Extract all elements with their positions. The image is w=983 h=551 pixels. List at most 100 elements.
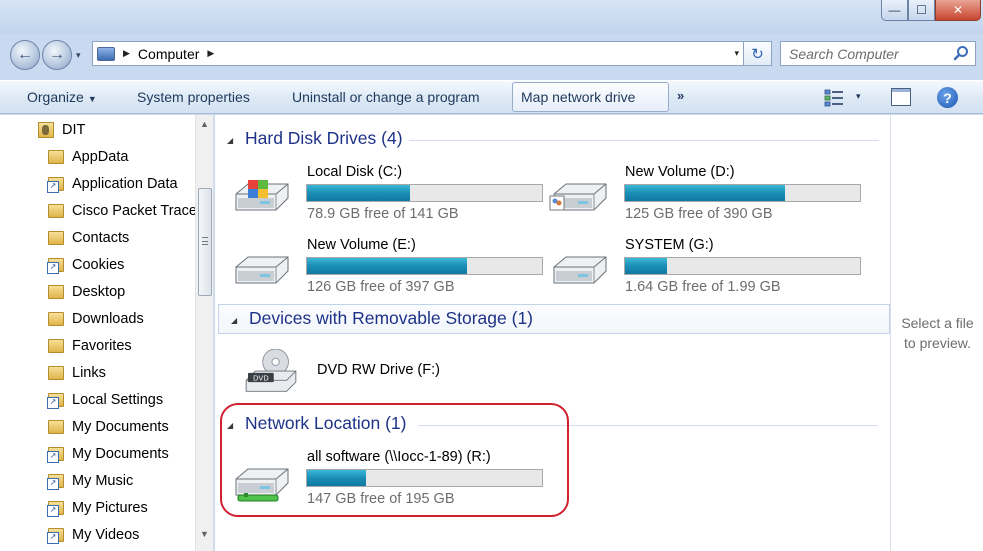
uninstall-program-button[interactable]: Uninstall or change a program: [284, 81, 488, 113]
folder-icon: [48, 149, 64, 164]
drive-free-space: 1.64 GB free of 1.99 GB: [625, 279, 781, 295]
tree-item-label: Cisco Packet Tracer: [72, 202, 202, 219]
tree-item[interactable]: Contacts: [48, 224, 129, 251]
scroll-up-icon[interactable]: ▲: [200, 119, 209, 129]
back-button[interactable]: ←: [10, 40, 40, 70]
group-header-removable[interactable]: ◢ Devices with Removable Storage (1): [218, 304, 890, 334]
tree-item[interactable]: Application Data: [47, 170, 178, 197]
tree-item[interactable]: AppData: [48, 143, 128, 170]
breadcrumb-separator-icon[interactable]: ▶: [123, 48, 130, 59]
view-options-dropdown[interactable]: ▾: [856, 91, 861, 102]
capacity-bar-fill: [307, 258, 467, 274]
tree-item[interactable]: Local Settings: [47, 386, 164, 413]
breadcrumb-computer[interactable]: Computer: [138, 46, 199, 62]
scroll-thumb[interactable]: [198, 188, 212, 296]
close-button[interactable]: ✕: [935, 0, 981, 21]
hard-drive-icon: [549, 183, 607, 211]
navigation-pane: DIT AppData Application Data Cisco Packet …: [0, 115, 214, 551]
drive-name: Local Disk (C:): [307, 164, 403, 180]
tree-item[interactable]: My Documents: [48, 413, 169, 440]
tree-item-label: Desktop: [72, 283, 126, 300]
capacity-bar: [624, 257, 861, 275]
hard-drive-icon: [553, 256, 607, 284]
help-icon[interactable]: ?: [937, 87, 958, 108]
system-properties-button[interactable]: System properties: [129, 81, 258, 113]
title-bar: — ☐ ✕: [0, 0, 983, 34]
search-box[interactable]: [780, 41, 976, 66]
preview-pane: Select a file to preview.: [890, 115, 983, 551]
folder-icon: [48, 230, 64, 245]
group-title: Hard Disk Drives (4): [245, 128, 403, 148]
search-input[interactable]: [789, 45, 949, 62]
tree-item-label: Downloads: [72, 310, 144, 327]
tree-item[interactable]: Favorites: [48, 332, 132, 359]
map-network-drive-button[interactable]: Map network drive: [512, 82, 669, 112]
tree-item-label: Cookies: [72, 256, 125, 273]
maximize-button[interactable]: ☐: [908, 0, 935, 21]
tree-item-label: My Documents: [72, 445, 169, 462]
folder-icon: [48, 338, 64, 353]
organize-menu[interactable]: Organize ▼: [19, 81, 105, 113]
forward-button[interactable]: →: [42, 40, 72, 70]
tree-item[interactable]: My Videos: [47, 521, 140, 548]
drive-tile[interactable]: Local Disk (C:) 78.9 GB free of 141 GB: [230, 164, 543, 230]
tree-item-label: DIT: [62, 121, 86, 138]
collapse-icon[interactable]: ◢: [231, 316, 237, 325]
minimize-button[interactable]: —: [881, 0, 908, 21]
group-header-hard-disks[interactable]: ◢ Hard Disk Drives (4): [215, 125, 887, 155]
preview-line-1: Select a file: [901, 315, 974, 331]
tree-item-label: Links: [72, 364, 106, 381]
folder-shortcut-icon: [47, 500, 64, 517]
tree-item-label: Application Data: [72, 175, 178, 192]
drive-name: DVD RW Drive (F:): [317, 362, 440, 378]
folder-icon: [48, 311, 64, 326]
collapse-icon[interactable]: ◢: [227, 136, 233, 145]
forward-arrow-icon: →: [49, 46, 65, 63]
drive-free-space: 78.9 GB free of 141 GB: [307, 206, 459, 222]
capacity-bar: [306, 257, 543, 275]
tree-item-label: Favorites: [72, 337, 132, 354]
tree-item-label: My Videos: [72, 526, 140, 543]
folder-shortcut-icon: [47, 257, 64, 274]
tree-item[interactable]: Desktop: [48, 278, 125, 305]
search-icon[interactable]: [953, 45, 969, 61]
tree-item[interactable]: My Music: [47, 467, 133, 494]
tree-item[interactable]: Downloads: [48, 305, 144, 332]
drive-dvd[interactable]: DVD DVD RW Drive (F:): [240, 341, 550, 407]
recent-pages-dropdown[interactable]: ▾: [76, 50, 81, 61]
tree-item[interactable]: Cookies: [47, 251, 125, 278]
more-commands-icon[interactable]: »: [677, 88, 684, 103]
chevron-down-icon: ▼: [87, 94, 97, 104]
drives-view: ◢ Hard Disk Drives (4) Local Disk (C:) 78…: [215, 115, 890, 551]
drive-tile[interactable]: SYSTEM (G:) 1.64 GB free of 1.99 GB: [548, 237, 861, 303]
group-divider: [409, 140, 879, 141]
breadcrumb-separator-icon[interactable]: ▶: [207, 48, 214, 59]
maximize-icon: ☐: [916, 3, 927, 17]
preview-pane-icon[interactable]: [891, 88, 911, 106]
navigation-scrollbar[interactable]: ▲ ▼: [195, 115, 213, 551]
tree-item-label: Contacts: [72, 229, 130, 246]
address-history-dropdown[interactable]: ▾: [734, 48, 739, 59]
change-view-icon[interactable]: [824, 89, 844, 107]
drive-tile[interactable]: New Volume (D:) 125 GB free of 390 GB: [548, 164, 861, 230]
help-label: ?: [943, 89, 952, 106]
folder-shortcut-icon: [47, 176, 64, 193]
address-bar[interactable]: ▶ Computer ▶ ▾: [92, 41, 744, 66]
tree-item-dit[interactable]: DIT: [38, 116, 85, 143]
capacity-bar-fill: [625, 258, 668, 274]
scroll-down-icon[interactable]: ▼: [200, 529, 209, 539]
tree-item-label: Local Settings: [72, 391, 164, 408]
organize-label: Organize: [27, 89, 84, 105]
folder-icon: [48, 365, 64, 380]
tree-item[interactable]: My Documents: [47, 440, 169, 467]
tree-item[interactable]: Links: [48, 359, 106, 386]
map-network-drive-label: Map network drive: [521, 89, 636, 105]
tree-item-label: AppData: [72, 148, 129, 165]
drive-tile[interactable]: New Volume (E:) 126 GB free of 397 GB: [230, 237, 543, 303]
tree-item[interactable]: Cisco Packet Tracer: [48, 197, 202, 224]
preview-message: Select a file to preview.: [891, 313, 983, 353]
tree-item[interactable]: My Pictures: [47, 494, 148, 521]
drive-name: New Volume (D:): [625, 164, 735, 180]
navigation-bar: ← → ▾ ▶ Computer ▶ ▾ ↻: [0, 34, 983, 74]
refresh-button[interactable]: ↻: [744, 41, 772, 66]
